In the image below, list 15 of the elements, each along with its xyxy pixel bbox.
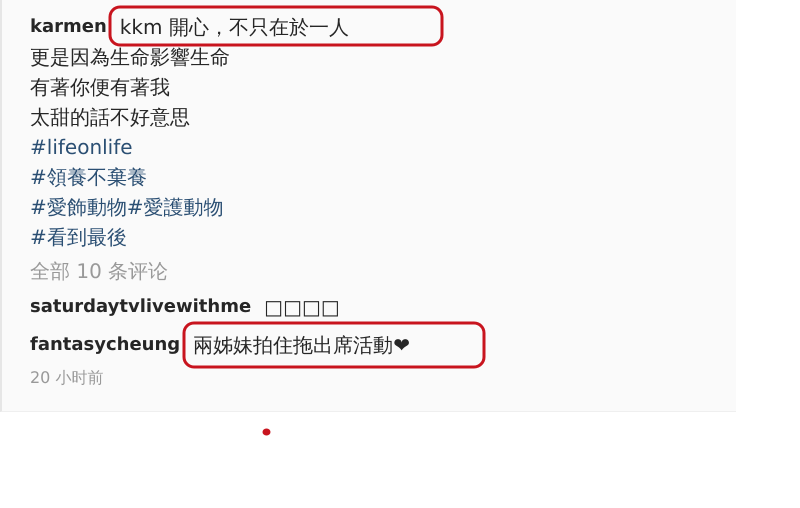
caption-line: 更是因為生命影響生命: [30, 44, 230, 71]
comment-text: 兩姊妹拍住拖出席活動❤: [193, 332, 410, 359]
comment-username[interactable]: saturdaytvlivewithme: [30, 292, 252, 322]
caption-line: 有著你便有著我: [30, 74, 170, 101]
username[interactable]: karmen: [30, 12, 107, 42]
hashtag-link[interactable]: #領養不棄養: [30, 162, 147, 192]
hashtag-link[interactable]: #愛飾動物#愛護動物: [30, 192, 224, 222]
caption-line: kkm 開心，不只在於一人: [120, 14, 349, 41]
hashtag-link[interactable]: #看到最後: [30, 222, 127, 252]
dot-icon: [262, 428, 271, 436]
comment-username[interactable]: fantasycheung: [30, 330, 180, 360]
comment-text: □□□□: [264, 294, 340, 321]
hashtag-link[interactable]: #lifeonlife: [30, 132, 133, 162]
caption-line: 太甜的話不好意思: [30, 104, 190, 131]
timestamp: 20 小时前: [30, 367, 104, 389]
